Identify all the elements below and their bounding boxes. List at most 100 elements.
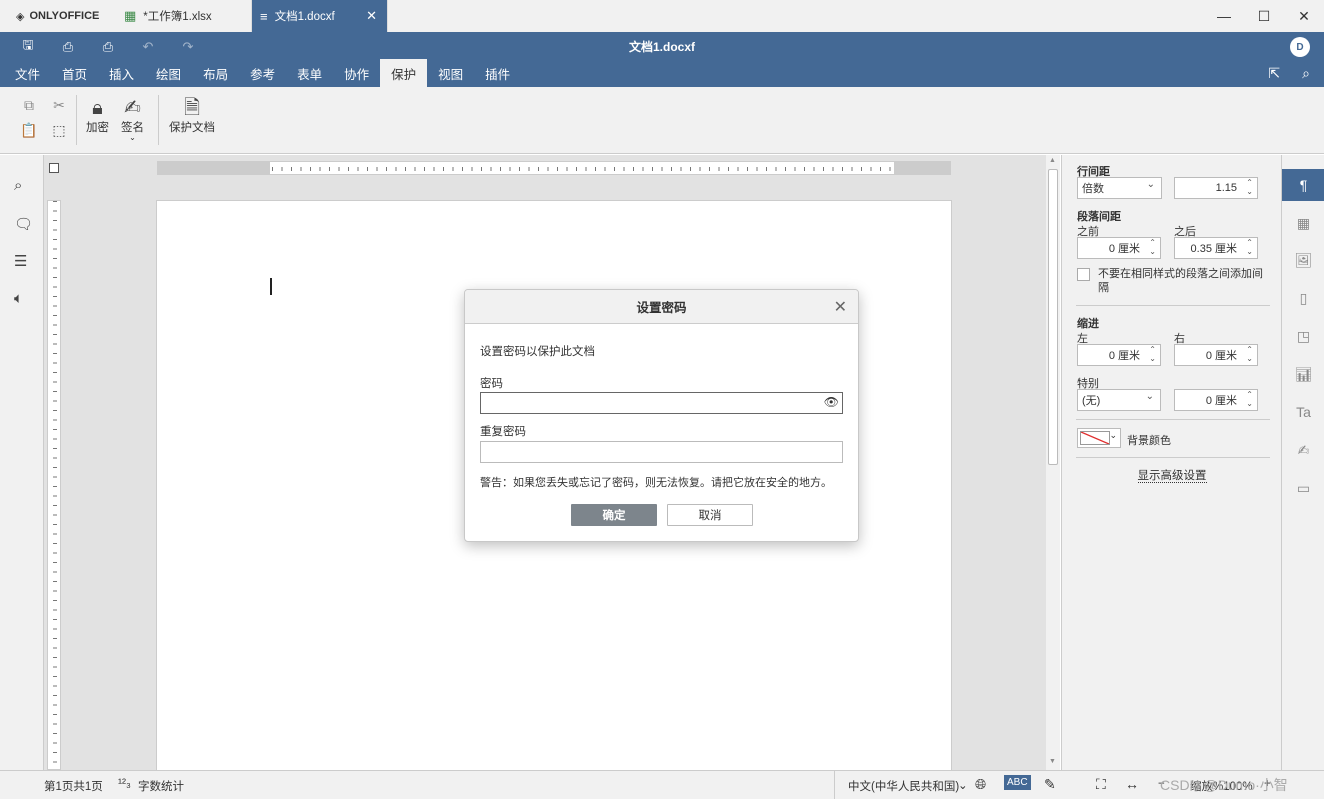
tab-document[interactable]: ≡ 文档1.docxf ✕ — [252, 0, 388, 32]
navigation-icon[interactable]: ☰ — [14, 252, 27, 270]
show-advanced-settings-link[interactable]: 显示高级设置 — [1062, 467, 1282, 483]
tab-plugins[interactable]: 插件 — [474, 59, 521, 87]
status-bar: 第1页共1页 ¹²₃ 字数统计 中文(中华人民共和国) ⌄ 🌐︎ ABC ✎ ⛶… — [0, 770, 1324, 799]
app-logo[interactable]: ◈ ONLYOFFICE — [0, 0, 116, 32]
tab-file[interactable]: 文件 — [4, 59, 51, 87]
line-spacing-value-field[interactable]: 1.15 — [1174, 177, 1258, 199]
horizontal-ruler[interactable] — [157, 161, 951, 175]
special-indent-field[interactable]: 0 厘米 — [1174, 389, 1258, 411]
word-count-icon: ¹²₃ — [118, 776, 131, 790]
tab-close-icon[interactable]: ✕ — [366, 8, 377, 24]
special-indent-select[interactable]: (无) — [1077, 389, 1161, 411]
ruler-margin-right — [894, 162, 950, 174]
tab-home[interactable]: 首页 — [51, 59, 98, 87]
track-changes-icon[interactable]: ✎ — [1044, 776, 1056, 793]
panel-divider — [1076, 419, 1270, 420]
password-label: 密码 — [480, 378, 503, 390]
watermark-text: CSDN @Dumo·小智 — [1160, 777, 1288, 793]
chevron-down-icon: ⌄ — [958, 780, 968, 792]
copy-icon[interactable]: ⧉ — [14, 97, 44, 114]
form-settings-icon[interactable]: ▭ — [1282, 480, 1324, 497]
tab-view[interactable]: 视图 — [427, 59, 474, 87]
spellcheck-icon[interactable]: ABC — [1004, 775, 1031, 790]
tab-draw[interactable]: 绘图 — [145, 59, 192, 87]
sign-button[interactable]: ✍︎ 签名 ⌄ — [121, 97, 144, 142]
language-select[interactable]: 中文(中华人民共和国) — [848, 778, 959, 794]
header-right-tools: ⇱ ⌕ — [1268, 65, 1310, 82]
globe-icon[interactable]: 🌐︎ — [975, 776, 986, 793]
indent-left-field[interactable]: 0 厘米 — [1077, 344, 1161, 366]
repeat-password-field[interactable] — [480, 441, 843, 463]
paragraph-settings-panel: 行间距 倍数 1.15 段落间距 之前 之后 0 厘米 0.35 厘米 不要在相… — [1061, 155, 1281, 770]
tab-references[interactable]: 参考 — [239, 59, 286, 87]
dialog-header: 设置密码 ✕ — [465, 290, 858, 324]
eye-icon[interactable]: 👁︎ — [824, 395, 839, 409]
status-divider — [834, 771, 835, 799]
paragraph-settings-icon[interactable]: ¶ — [1282, 169, 1324, 201]
close-window-icon[interactable]: ✕ — [1284, 0, 1324, 32]
encrypt-button[interactable]: 🔒︎ 加密 — [86, 97, 109, 135]
cut-icon[interactable]: ✂ — [44, 97, 74, 114]
word-count-button[interactable]: 字数统计 — [138, 778, 184, 794]
panel-divider — [1076, 305, 1270, 306]
spacing-before-field[interactable]: 0 厘米 — [1077, 237, 1161, 259]
cancel-button[interactable]: 取消 — [667, 504, 753, 526]
left-sidebar: ⌕ 🗨︎ ☰ 🔈︎ — [0, 155, 44, 770]
repeat-password-label: 重复密码 — [480, 426, 526, 438]
tab-collaboration[interactable]: 协作 — [333, 59, 380, 87]
tab-spreadsheet[interactable]: ▦ *工作簿1.xlsx — [116, 0, 252, 32]
scrollbar-thumb[interactable] — [1048, 169, 1058, 465]
image-settings-icon[interactable]: 🖼︎ — [1282, 252, 1324, 269]
maximize-icon[interactable]: ☐ — [1244, 0, 1284, 32]
minimize-icon[interactable]: — — [1204, 0, 1244, 32]
avatar[interactable]: D — [1290, 37, 1310, 57]
indent-right-field[interactable]: 0 厘米 — [1174, 344, 1258, 366]
background-color-label: 背景颜色 — [1127, 435, 1171, 447]
signature-settings-icon[interactable]: ✍︎ — [1282, 442, 1324, 459]
comment-icon[interactable]: 🗨︎ — [14, 215, 33, 233]
vertical-ruler[interactable] — [47, 200, 61, 770]
tab-forms[interactable]: 表单 — [286, 59, 333, 87]
advanced-settings-text: 显示高级设置 — [1137, 470, 1207, 483]
open-location-icon[interactable]: ⇱ — [1268, 65, 1280, 82]
indent-label: 缩进 — [1077, 318, 1099, 330]
tab-layout[interactable]: 布局 — [192, 59, 239, 87]
tab-insert[interactable]: 插入 — [98, 59, 145, 87]
vertical-scrollbar[interactable]: ▲ ▼ — [1046, 155, 1060, 770]
ribbon-toolbar: ⧉ ✂ 📋 ⬚ 🔒︎ 加密 ✍︎ 签名 ⌄ 🗎 保护文档 — [0, 87, 1324, 154]
fit-page-icon[interactable]: ⛶ — [1096, 776, 1106, 793]
panel-divider — [1076, 457, 1270, 458]
page-info[interactable]: 第1页共1页 — [44, 778, 103, 794]
toolbar-divider — [158, 95, 159, 145]
search-icon[interactable]: ⌕ — [1302, 65, 1310, 82]
protect-document-icon: 🗎 — [183, 97, 201, 119]
shape-settings-icon[interactable]: ◳ — [1282, 328, 1324, 345]
tab-protection[interactable]: 保护 — [380, 59, 428, 87]
text-art-icon[interactable]: Ta — [1282, 404, 1324, 420]
ok-button[interactable]: 确定 — [571, 504, 657, 526]
background-color-picker[interactable]: ⌄ — [1077, 428, 1121, 448]
encrypt-label: 加密 — [86, 122, 109, 134]
dialog-description: 设置密码以保护此文档 — [480, 346, 595, 358]
tab-stop-selector[interactable] — [49, 163, 59, 173]
no-space-same-style-checkbox[interactable] — [1077, 268, 1090, 281]
tab-label: *工作簿1.xlsx — [143, 11, 212, 23]
header-footer-icon[interactable]: ▯ — [1282, 290, 1324, 307]
fit-width-icon[interactable]: ↔ — [1125, 776, 1139, 792]
chart-settings-icon[interactable]: 📊︎ — [1282, 366, 1324, 383]
line-spacing-mode-select[interactable]: 倍数 — [1077, 177, 1162, 199]
table-settings-icon[interactable]: ▦ — [1282, 215, 1324, 232]
close-icon[interactable]: ✕ — [834, 297, 847, 317]
scroll-down-icon[interactable]: ▼ — [1049, 758, 1056, 765]
paste-icon[interactable]: 📋 — [14, 122, 44, 139]
window-controls: — ☐ ✕ — [1204, 0, 1324, 32]
search-icon[interactable]: ⌕ — [14, 177, 22, 194]
select-all-icon[interactable]: ⬚ — [44, 122, 74, 139]
password-field[interactable]: 👁︎ — [480, 392, 843, 414]
speaker-icon[interactable]: 🔈︎ — [14, 290, 23, 307]
ruler-margin-left — [158, 162, 270, 174]
protect-document-button[interactable]: 🗎 保护文档 — [169, 97, 215, 135]
spacing-after-field[interactable]: 0.35 厘米 — [1174, 237, 1258, 259]
scroll-up-icon[interactable]: ▲ — [1049, 157, 1056, 164]
text-cursor — [270, 278, 272, 295]
